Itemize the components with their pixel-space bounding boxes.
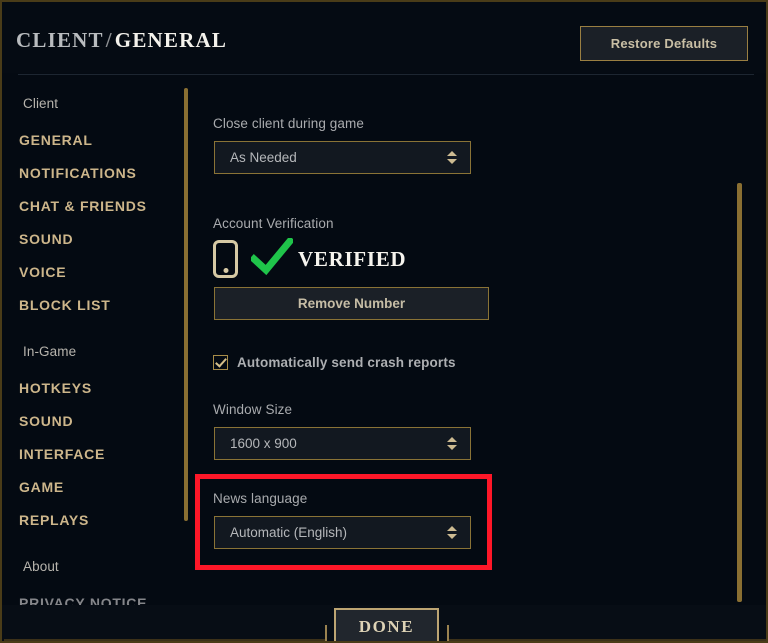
breadcrumb-current: GENERAL — [114, 28, 228, 52]
content-scrollbar[interactable] — [737, 183, 742, 602]
window-size-label: Window Size — [213, 402, 293, 417]
sidebar-group-label-about: About — [23, 559, 59, 574]
window-size-dropdown[interactable]: 1600 x 900 — [214, 427, 471, 460]
sidebar-item-notifications[interactable]: NOTIFICATIONS — [2, 165, 137, 181]
news-language-label: News language — [213, 491, 308, 506]
footer-rule-left — [4, 639, 325, 641]
verification-status-badge: VERIFIED — [298, 247, 407, 271]
close-client-dropdown[interactable]: As Needed — [214, 141, 471, 174]
news-language-value: Automatic (English) — [230, 525, 348, 540]
sidebar-item-voice[interactable]: VOICE — [2, 264, 66, 280]
settings-sidebar: Client GENERAL NOTIFICATIONS CHAT & FRIE… — [2, 76, 185, 641]
crash-reports-checkbox-row[interactable]: Automatically send crash reports — [213, 355, 456, 370]
window-size-value: 1600 x 900 — [230, 436, 297, 451]
sidebar-item-block-list[interactable]: BLOCK LIST — [2, 297, 111, 313]
footer-ornament-right — [447, 625, 449, 641]
footer-rule-right — [449, 639, 766, 641]
crash-reports-label: Automatically send crash reports — [237, 355, 456, 370]
account-verification-label: Account Verification — [213, 216, 334, 231]
news-language-dropdown[interactable]: Automatic (English) — [214, 516, 471, 549]
sidebar-item-hotkeys[interactable]: HOTKEYS — [2, 380, 92, 396]
close-client-value: As Needed — [230, 150, 297, 165]
breadcrumb-parent[interactable]: CLIENT — [16, 28, 104, 52]
sidebar-item-replays[interactable]: REPLAYS — [2, 512, 89, 528]
restore-defaults-button[interactable]: Restore Defaults — [580, 26, 748, 61]
window-header: CLIENT/GENERAL Restore Defaults — [2, 2, 766, 73]
remove-number-button[interactable]: Remove Number — [214, 287, 489, 320]
close-client-label: Close client during game — [213, 116, 364, 131]
sidebar-item-game[interactable]: GAME — [2, 479, 64, 495]
green-check-icon — [251, 238, 293, 276]
sidebar-group-label-in-game: In-Game — [23, 344, 77, 359]
sidebar-group-label-client: Client — [23, 96, 59, 111]
sidebar-item-interface[interactable]: INTERFACE — [2, 446, 105, 462]
sidebar-item-sound-ingame[interactable]: SOUND — [2, 413, 73, 429]
done-button[interactable]: DONE — [334, 608, 439, 641]
sidebar-scrollbar[interactable] — [184, 88, 188, 521]
settings-window: CLIENT/GENERAL Restore Defaults Client G… — [0, 0, 768, 643]
chevron-updown-icon — [446, 142, 457, 173]
header-divider — [18, 74, 754, 75]
chevron-updown-icon — [446, 428, 457, 459]
footer-ornament-left — [325, 625, 327, 641]
chevron-updown-icon — [446, 517, 457, 548]
phone-icon — [213, 240, 238, 278]
breadcrumb-separator: / — [105, 28, 113, 52]
sidebar-item-chat-friends[interactable]: CHAT & FRIENDS — [2, 198, 147, 214]
sidebar-item-general[interactable]: GENERAL — [2, 132, 93, 148]
sidebar-item-sound-client[interactable]: SOUND — [2, 231, 73, 247]
checkbox-checked-icon[interactable] — [213, 355, 228, 370]
breadcrumb: CLIENT/GENERAL — [16, 28, 227, 53]
